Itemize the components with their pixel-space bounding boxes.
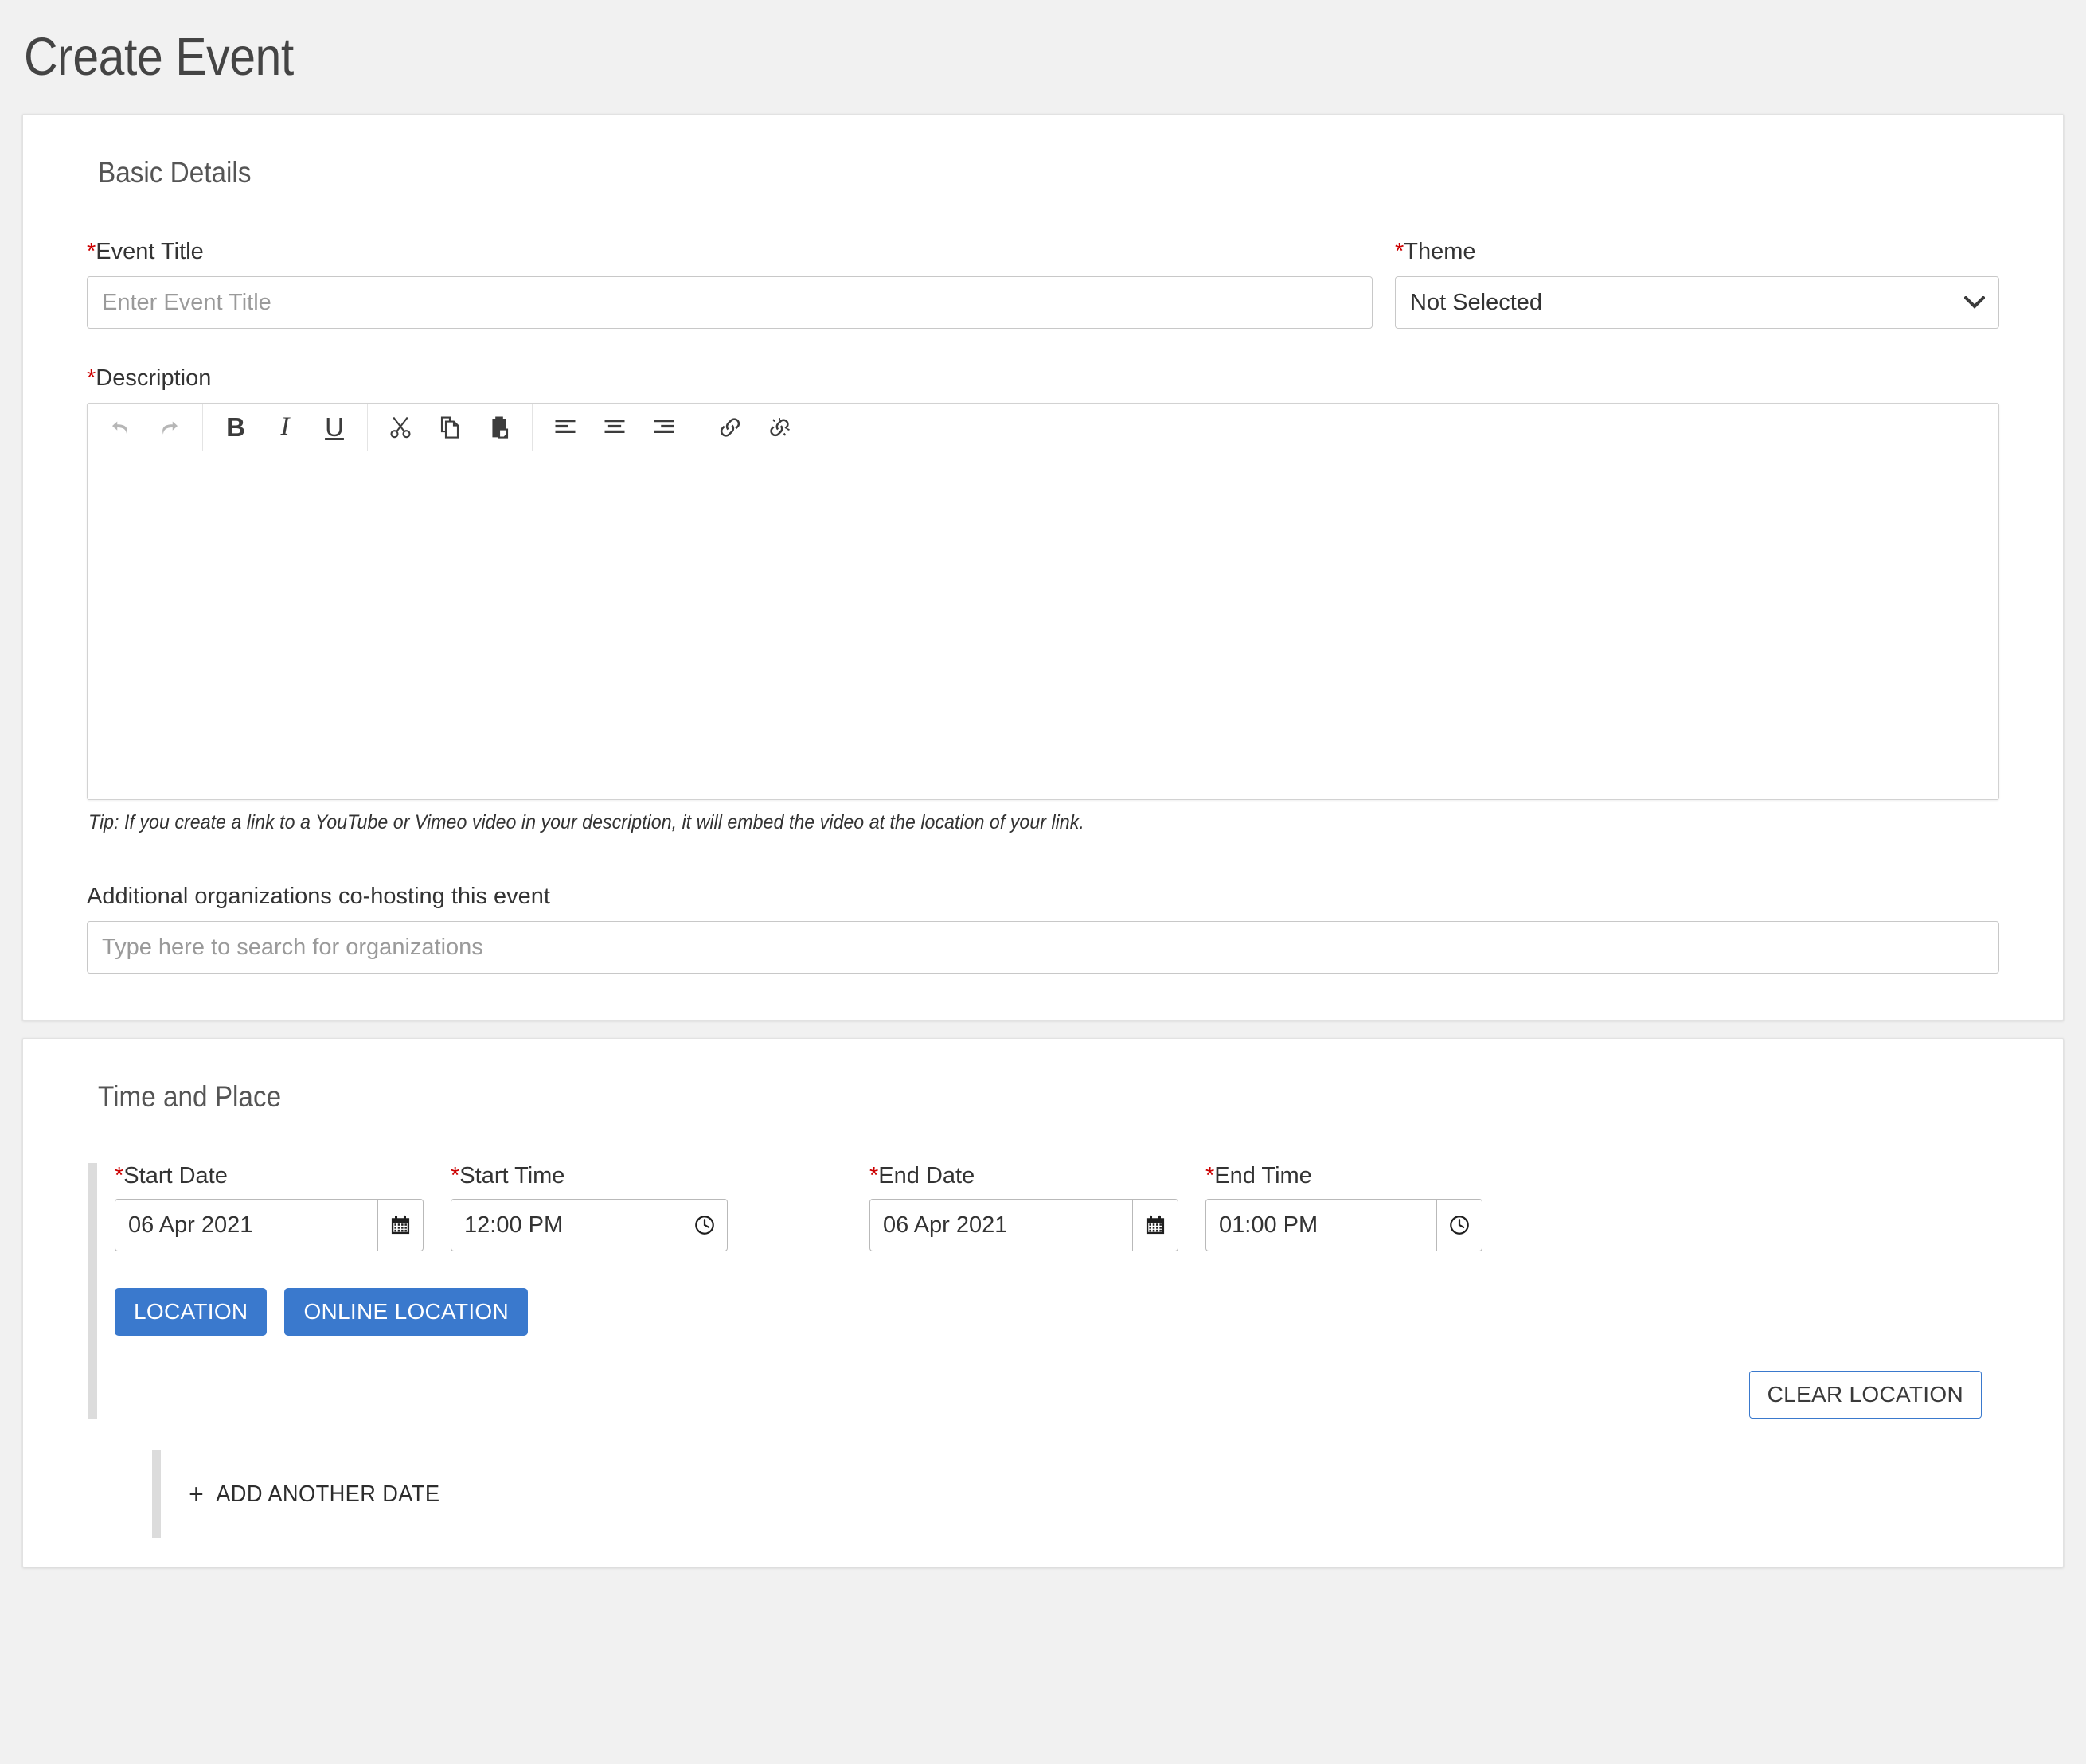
start-date-field-group: *Start Date xyxy=(115,1163,424,1251)
page-header: Create Event xyxy=(0,0,2086,114)
date-time-block: *Start Date *Start Time xyxy=(88,1163,1999,1419)
required-asterisk: * xyxy=(869,1163,878,1188)
end-time-input[interactable] xyxy=(1205,1199,1436,1251)
clock-icon[interactable] xyxy=(1436,1199,1482,1251)
paste-icon[interactable] xyxy=(475,404,524,451)
location-button[interactable]: LOCATION xyxy=(115,1288,267,1336)
description-label: *Description xyxy=(87,365,1999,392)
cohost-label: Additional organizations co-hosting this… xyxy=(87,884,1999,910)
description-rich-text-editor: B I U xyxy=(87,403,1999,800)
location-buttons-row: LOCATION ONLINE LOCATION xyxy=(115,1288,1999,1336)
toolbar-group-history xyxy=(88,404,203,451)
italic-icon[interactable]: I xyxy=(260,404,310,451)
required-asterisk: * xyxy=(1205,1163,1214,1188)
start-time-input[interactable] xyxy=(451,1199,682,1251)
required-asterisk: * xyxy=(87,365,96,391)
event-title-label-text: Event Title xyxy=(96,239,203,264)
align-center-icon[interactable] xyxy=(590,404,639,451)
event-title-field-group: *Event Title xyxy=(87,239,1373,329)
calendar-icon[interactable] xyxy=(1132,1199,1178,1251)
basic-details-heading: Basic Details xyxy=(98,156,1809,189)
align-left-icon[interactable] xyxy=(541,404,590,451)
required-asterisk: * xyxy=(1395,239,1404,264)
redo-icon[interactable] xyxy=(145,404,194,451)
theme-field-group: *Theme Not Selected xyxy=(1395,239,1999,329)
bold-glyph: B xyxy=(226,414,245,440)
theme-label: *Theme xyxy=(1395,239,1999,265)
add-another-date-label: ADD ANOTHER DATE xyxy=(216,1481,439,1508)
theme-selected-value: Not Selected xyxy=(1410,290,1542,316)
required-asterisk: * xyxy=(451,1163,459,1188)
copy-icon[interactable] xyxy=(425,404,475,451)
end-date-label-text: End Date xyxy=(878,1163,975,1188)
description-field-group: *Description B I U xyxy=(87,365,1999,834)
basic-details-card: Basic Details *Event Title *Theme Not Se… xyxy=(22,114,2064,1021)
start-time-field-group: *Start Time xyxy=(451,1163,728,1251)
add-another-date-block: + ADD ANOTHER DATE xyxy=(152,1450,1999,1538)
editor-toolbar: B I U xyxy=(88,404,1998,451)
clear-location-button[interactable]: CLEAR LOCATION xyxy=(1749,1371,1982,1419)
plus-icon: + xyxy=(189,1481,204,1508)
calendar-icon[interactable] xyxy=(377,1199,424,1251)
underline-icon[interactable]: U xyxy=(310,404,359,451)
required-asterisk: * xyxy=(115,1163,123,1188)
end-time-label: *End Time xyxy=(1205,1163,1482,1189)
date-time-row: *Start Date *Start Time xyxy=(115,1163,1999,1251)
toolbar-group-clipboard xyxy=(368,404,533,451)
clear-location-row: CLEAR LOCATION xyxy=(115,1371,1999,1419)
toolbar-group-format: B I U xyxy=(203,404,368,451)
end-date-field-group: *End Date xyxy=(869,1163,1178,1251)
underline-glyph: U xyxy=(325,414,344,440)
online-location-button[interactable]: ONLINE LOCATION xyxy=(284,1288,528,1336)
link-icon[interactable] xyxy=(705,404,755,451)
event-title-label: *Event Title xyxy=(87,239,1373,265)
unlink-icon[interactable] xyxy=(755,404,804,451)
start-date-label: *Start Date xyxy=(115,1163,424,1189)
cohost-field-group: Additional organizations co-hosting this… xyxy=(87,884,1999,974)
description-editor-area[interactable] xyxy=(88,451,1998,799)
start-date-input[interactable] xyxy=(115,1199,377,1251)
cohost-search-input[interactable] xyxy=(87,921,1999,974)
description-label-text: Description xyxy=(96,365,211,391)
start-time-label-text: Start Time xyxy=(459,1163,564,1188)
end-date-input[interactable] xyxy=(869,1199,1132,1251)
align-right-icon[interactable] xyxy=(639,404,689,451)
toolbar-group-link xyxy=(697,404,812,451)
time-and-place-heading: Time and Place xyxy=(98,1080,1809,1114)
end-time-label-text: End Time xyxy=(1214,1163,1312,1188)
bold-icon[interactable]: B xyxy=(211,404,260,451)
start-time-label: *Start Time xyxy=(451,1163,728,1189)
required-asterisk: * xyxy=(87,239,96,264)
cut-icon[interactable] xyxy=(376,404,425,451)
end-date-label: *End Date xyxy=(869,1163,1178,1189)
event-title-input[interactable] xyxy=(87,276,1373,329)
time-and-place-card: Time and Place *Start Date *Start Time xyxy=(22,1038,2064,1567)
description-tip-text: Tip: If you create a link to a YouTube o… xyxy=(88,811,1865,834)
add-another-date-button[interactable]: + ADD ANOTHER DATE xyxy=(178,1474,451,1514)
page-title: Create Event xyxy=(24,26,294,88)
theme-label-text: Theme xyxy=(1404,239,1475,264)
start-date-label-text: Start Date xyxy=(123,1163,228,1188)
italic-glyph: I xyxy=(281,414,290,440)
end-time-field-group: *End Time xyxy=(1205,1163,1482,1251)
clock-icon[interactable] xyxy=(682,1199,728,1251)
theme-select[interactable]: Not Selected xyxy=(1395,276,1999,329)
undo-icon[interactable] xyxy=(96,404,145,451)
toolbar-group-align xyxy=(533,404,697,451)
title-theme-row: *Event Title *Theme Not Selected xyxy=(87,239,1999,329)
